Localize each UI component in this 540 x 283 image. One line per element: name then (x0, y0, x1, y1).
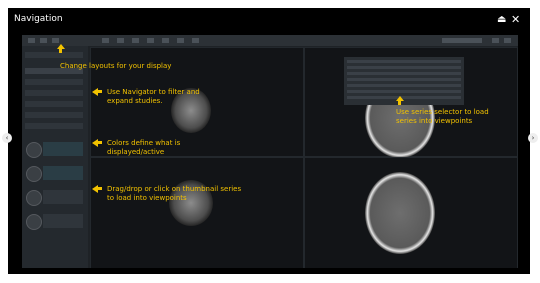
arrow-stem (398, 101, 401, 105)
sidebar-row (25, 112, 83, 118)
close-icon[interactable]: ✕ (511, 14, 520, 26)
series-thumbnail[interactable] (26, 190, 42, 206)
table-row (347, 90, 461, 93)
table-row (347, 66, 461, 69)
navigation-dialog: Navigation ⏏ ✕ Change layouts for your d… (8, 8, 530, 274)
series-thumbnail[interactable] (26, 214, 42, 230)
table-row (347, 78, 461, 81)
toolbar-button (177, 38, 184, 43)
toggle-icon[interactable]: ⏏ (497, 14, 506, 26)
sidebar-row (25, 52, 83, 58)
series-selector-table[interactable] (344, 57, 464, 105)
series-thumbnail[interactable] (26, 142, 42, 158)
toolbar-button (192, 38, 199, 43)
toolbar-button (442, 38, 482, 43)
callout-series-selector: Use series selector to load series into … (396, 108, 489, 125)
series-color-bar (43, 190, 83, 204)
table-row (347, 60, 461, 63)
table-row (347, 72, 461, 75)
toolbar-button (117, 38, 124, 43)
sidebar-row (25, 101, 83, 107)
dialog-title: Navigation (14, 14, 63, 24)
arrow-stem (59, 49, 62, 53)
callout-colors: Colors define what is displayed/active (107, 139, 181, 156)
callout-navigator: Use Navigator to filter and expand studi… (107, 88, 200, 105)
callout-drag-drop: Drag/drop or click on thumbnail series t… (107, 185, 242, 202)
callout-layouts: Change layouts for your display (60, 62, 172, 70)
app-toolbar (22, 35, 518, 46)
dialog-titlebar: Navigation ⏏ ✕ (8, 8, 530, 32)
arrow-stem (98, 187, 102, 190)
navigator-sidebar (22, 46, 88, 268)
toolbar-button (147, 38, 154, 43)
series-color-bar (43, 166, 83, 180)
toolbar-button (52, 38, 59, 43)
chevron-left-icon[interactable]: ‹ (2, 133, 12, 143)
series-color-bar (43, 214, 83, 228)
toolbar-button (504, 38, 511, 43)
arrow-stem (98, 90, 102, 93)
table-row (347, 96, 461, 99)
chevron-right-icon[interactable]: › (528, 133, 538, 143)
arrow-stem (98, 141, 102, 144)
sidebar-row (25, 123, 83, 129)
toolbar-button (40, 38, 47, 43)
toolbar-button (102, 38, 109, 43)
toolbar-button (132, 38, 139, 43)
toolbar-button (492, 38, 499, 43)
ct-image (365, 172, 435, 254)
toolbar-button (28, 38, 35, 43)
sidebar-row (25, 79, 83, 85)
series-color-bar (43, 142, 83, 156)
sidebar-row (25, 90, 83, 96)
table-row (347, 84, 461, 87)
viewport-4[interactable] (304, 157, 518, 268)
toolbar-button (162, 38, 169, 43)
series-thumbnail[interactable] (26, 166, 42, 182)
viewport-3[interactable] (90, 157, 304, 268)
